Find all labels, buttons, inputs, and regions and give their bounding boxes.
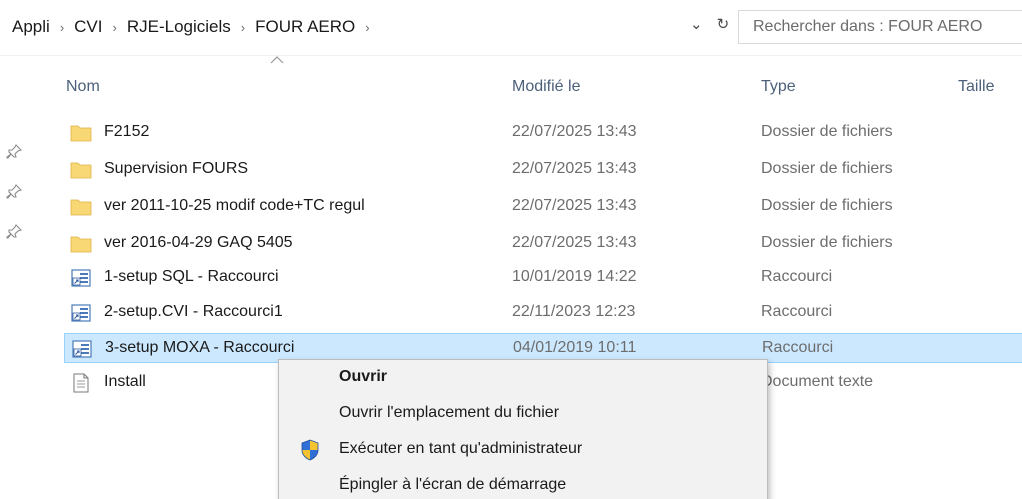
file-modified: 04/01/2019 10:11 bbox=[513, 339, 637, 356]
menu-item-label: Exécuter en tant qu'administrateur bbox=[339, 440, 583, 457]
list-item[interactable]: 2-setup.CVI - Raccourci1 22/11/2023 12:2… bbox=[64, 298, 1022, 328]
text-document-icon bbox=[73, 373, 89, 393]
menu-item-label: Ouvrir bbox=[339, 368, 388, 385]
refresh-icon[interactable]: ↻ bbox=[717, 15, 730, 33]
file-type: Raccourci bbox=[762, 339, 834, 356]
folder-icon bbox=[70, 236, 92, 253]
menu-item-label: Épingler à l'écran de démarrage bbox=[339, 476, 567, 493]
breadcrumb-four-aero[interactable]: FOUR AERO bbox=[253, 17, 361, 37]
menu-item-open-location[interactable]: Ouvrir l'emplacement du fichier bbox=[279, 396, 767, 432]
file-modified: 22/07/2025 13:43 bbox=[512, 197, 637, 214]
address-bar: Appli › CVI › RJE-Logiciels › FOUR AERO … bbox=[0, 0, 1022, 56]
pin-icon[interactable] bbox=[6, 184, 22, 200]
column-header-modified[interactable]: Modifié le bbox=[512, 78, 580, 96]
file-type: Raccourci bbox=[761, 303, 833, 320]
file-modified: 22/11/2023 12:23 bbox=[512, 303, 636, 320]
file-name: ver 2011-10-25 modif code+TC regul bbox=[104, 197, 365, 214]
file-name: 1-setup SQL - Raccourci bbox=[104, 268, 279, 285]
chevron-right-icon[interactable]: › bbox=[56, 20, 72, 35]
file-type: Dossier de fichiers bbox=[761, 234, 893, 251]
menu-item-open[interactable]: Ouvrir bbox=[279, 360, 767, 396]
file-name: Install bbox=[104, 373, 146, 390]
context-menu: Ouvrir Ouvrir l'emplacement du fichier E… bbox=[278, 359, 768, 499]
breadcrumb: Appli › CVI › RJE-Logiciels › FOUR AERO … bbox=[10, 15, 378, 39]
breadcrumb-rje-logiciels[interactable]: RJE-Logiciels bbox=[125, 17, 237, 37]
menu-item-label: Ouvrir l'emplacement du fichier bbox=[339, 404, 560, 421]
file-type: Raccourci bbox=[761, 268, 833, 285]
file-modified: 22/07/2025 13:43 bbox=[512, 160, 637, 177]
file-modified: 22/07/2025 13:43 bbox=[512, 123, 637, 140]
address-controls: ⌄ ↻ bbox=[690, 15, 729, 33]
file-name: Supervision FOURS bbox=[104, 160, 249, 177]
file-name: F2152 bbox=[104, 123, 150, 140]
pin-icon[interactable] bbox=[6, 224, 22, 240]
file-name: 2-setup.CVI - Raccourci1 bbox=[104, 303, 283, 320]
list-item[interactable]: ver 2011-10-25 modif code+TC regul 22/07… bbox=[64, 192, 1022, 222]
file-type: Dossier de fichiers bbox=[761, 123, 893, 140]
column-header-type[interactable]: Type bbox=[761, 78, 796, 96]
file-name: 3-setup MOXA - Raccourci bbox=[105, 339, 295, 356]
shortcut-icon bbox=[71, 304, 91, 322]
search-box[interactable] bbox=[738, 10, 1022, 44]
list-item[interactable]: 1-setup SQL - Raccourci 10/01/2019 14:22… bbox=[64, 263, 1022, 293]
file-name: ver 2016-04-29 GAQ 5405 bbox=[104, 234, 293, 251]
chevron-right-icon[interactable]: › bbox=[237, 20, 253, 35]
column-header-name[interactable]: Nom bbox=[66, 78, 100, 96]
list-item[interactable]: ver 2016-04-29 GAQ 5405 22/07/2025 13:43… bbox=[64, 229, 1022, 259]
breadcrumb-cvi[interactable]: CVI bbox=[72, 17, 108, 37]
list-item[interactable]: Supervision FOURS 22/07/2025 13:43 Dossi… bbox=[64, 155, 1022, 185]
menu-item-run-as-admin[interactable]: Exécuter en tant qu'administrateur bbox=[279, 432, 767, 468]
folder-icon bbox=[70, 125, 92, 142]
breadcrumb-appli[interactable]: Appli bbox=[10, 17, 56, 37]
shortcut-icon bbox=[72, 340, 92, 358]
file-type: Dossier de fichiers bbox=[761, 160, 893, 177]
chevron-right-icon[interactable]: › bbox=[109, 20, 125, 35]
folder-icon bbox=[70, 162, 92, 179]
chevron-right-icon[interactable]: › bbox=[361, 20, 377, 35]
menu-item-pin-to-start[interactable]: Épingler à l'écran de démarrage bbox=[279, 468, 767, 499]
pin-icon[interactable] bbox=[6, 144, 22, 160]
file-type: Document texte bbox=[761, 373, 874, 390]
search-input[interactable] bbox=[739, 11, 1022, 43]
chevron-down-icon[interactable]: ⌄ bbox=[690, 15, 703, 33]
uac-shield-icon bbox=[301, 439, 319, 461]
file-modified: 10/01/2019 14:22 bbox=[512, 268, 637, 285]
folder-icon bbox=[70, 199, 92, 216]
file-modified: 22/07/2025 13:43 bbox=[512, 234, 637, 251]
column-header-size[interactable]: Taille bbox=[958, 78, 994, 96]
shortcut-icon bbox=[71, 269, 91, 287]
sort-ascending-icon bbox=[270, 56, 284, 64]
column-headers: Nom Modifié le Type Taille bbox=[0, 56, 1022, 112]
list-item[interactable]: F2152 22/07/2025 13:43 Dossier de fichie… bbox=[64, 118, 1022, 148]
file-type: Dossier de fichiers bbox=[761, 197, 893, 214]
